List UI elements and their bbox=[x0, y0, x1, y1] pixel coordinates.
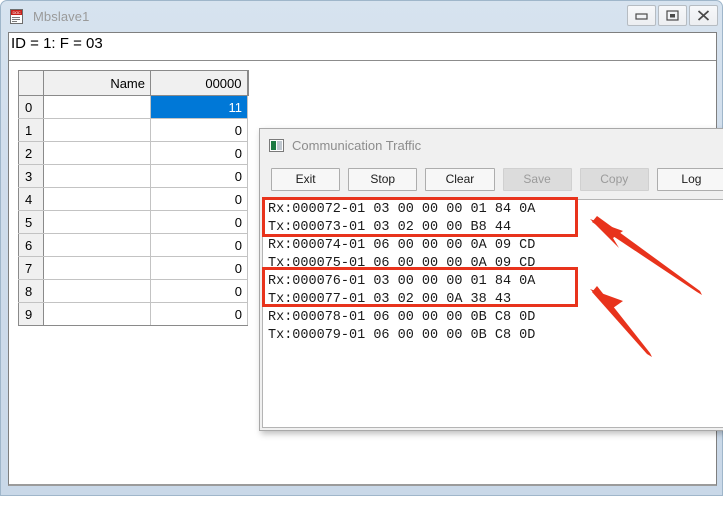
communication-log-panel[interactable]: Rx:000072-01 03 00 00 00 01 84 0A Tx:0000… bbox=[262, 199, 723, 428]
stop-button[interactable]: Stop bbox=[348, 167, 418, 191]
log-line: Tx:000077-01 03 02 00 0A 38 43 bbox=[268, 292, 512, 307]
log-line: Tx:000079-01 06 00 00 00 0B C8 0D bbox=[268, 328, 536, 343]
register-name-cell[interactable] bbox=[43, 279, 151, 303]
maximize-button[interactable] bbox=[658, 5, 687, 26]
header-row: Name 00000 bbox=[18, 70, 249, 96]
register-name-cell[interactable] bbox=[43, 210, 151, 234]
comm-window-title: Communication Traffic bbox=[292, 137, 422, 153]
grid-header-address[interactable]: 00000 bbox=[150, 70, 249, 96]
register-value-cell[interactable]: 0 bbox=[150, 141, 248, 165]
register-value-cell[interactable]: 0 bbox=[150, 210, 248, 234]
table-row[interactable]: 60 bbox=[18, 233, 248, 257]
register-value-cell[interactable]: 0 bbox=[150, 118, 248, 142]
register-value-cell[interactable]: 0 bbox=[150, 164, 248, 188]
document-icon: DOC bbox=[9, 8, 26, 25]
table-row[interactable]: 20 bbox=[18, 141, 248, 165]
register-value-cell[interactable]: 0 bbox=[150, 302, 248, 326]
register-name-cell[interactable] bbox=[43, 118, 151, 142]
copy-button: Copy bbox=[579, 167, 649, 191]
document-icon-label: DOC bbox=[11, 10, 22, 15]
register-grid[interactable]: Name 00000 0 11 1 0 2 0 3 0 4 0 5 0 6 0 7 0 8 0 9 0 bbox=[18, 70, 249, 326]
grid-corner-header bbox=[18, 70, 44, 96]
log-line: Tx:000075-01 06 00 00 00 0A 09 CD bbox=[268, 256, 536, 271]
communication-traffic-window: Communication Traffic Exit Stop Clear Save C… bbox=[259, 128, 723, 431]
exit-button[interactable]: Exit bbox=[271, 167, 341, 191]
table-row[interactable]: 50 bbox=[18, 210, 248, 234]
application-icon bbox=[269, 138, 284, 152]
row-index-cell[interactable]: 8 bbox=[18, 279, 44, 303]
register-value-cell[interactable]: 0 bbox=[150, 256, 248, 280]
maximize-icon bbox=[666, 10, 679, 21]
table-row[interactable]: 40 bbox=[18, 187, 248, 211]
table-row[interactable]: 90 bbox=[18, 302, 248, 326]
register-name-cell[interactable] bbox=[43, 302, 151, 326]
row-index-cell[interactable]: 0 bbox=[18, 95, 44, 119]
row-index-cell[interactable]: 7 bbox=[18, 256, 44, 280]
log-button[interactable]: Log bbox=[656, 167, 723, 191]
log-line: Rx:000072-01 03 00 00 00 01 84 0A bbox=[268, 202, 536, 217]
register-value-cell[interactable]: 0 bbox=[150, 187, 248, 211]
mbslave-window-title: Mbslave1 bbox=[33, 9, 90, 24]
row-index-cell[interactable]: 9 bbox=[18, 302, 44, 326]
row-index-cell[interactable]: 3 bbox=[18, 164, 44, 188]
register-name-cell[interactable] bbox=[43, 187, 151, 211]
minimize-icon bbox=[635, 12, 648, 20]
row-index-cell[interactable]: 6 bbox=[18, 233, 44, 257]
client-divider bbox=[9, 60, 716, 61]
table-row[interactable]: 80 bbox=[18, 279, 248, 303]
register-value-cell[interactable]: 0 bbox=[150, 279, 248, 303]
mbslave-titlebar[interactable]: DOC Mbslave1 bbox=[1, 1, 722, 32]
row-index-cell[interactable]: 4 bbox=[18, 187, 44, 211]
comm-toolbar: Exit Stop Clear Save Copy Log bbox=[260, 161, 723, 197]
table-row[interactable]: 70 bbox=[18, 256, 248, 280]
close-icon bbox=[697, 10, 710, 21]
register-value-cell-selected[interactable]: 11 bbox=[150, 95, 248, 119]
register-name-cell[interactable] bbox=[43, 141, 151, 165]
table-row[interactable]: 10 bbox=[18, 118, 248, 142]
table-row[interactable]: 0 11 bbox=[18, 95, 248, 119]
row-index-cell[interactable]: 1 bbox=[18, 118, 44, 142]
register-value-cell[interactable]: 0 bbox=[150, 233, 248, 257]
grid-header-name[interactable]: Name bbox=[43, 70, 151, 96]
log-line: Tx:000073-01 03 02 00 00 B8 44 bbox=[268, 220, 512, 235]
register-name-cell[interactable] bbox=[43, 256, 151, 280]
table-row[interactable]: 30 bbox=[18, 164, 248, 188]
register-name-cell[interactable] bbox=[43, 95, 151, 119]
save-button: Save bbox=[502, 167, 572, 191]
register-name-cell[interactable] bbox=[43, 164, 151, 188]
log-line: Rx:000078-01 06 00 00 00 0B C8 0D bbox=[268, 310, 536, 325]
log-line: Rx:000076-01 03 00 00 00 01 84 0A bbox=[268, 274, 536, 289]
register-grid-body: 0 11 1 0 2 0 3 0 4 0 5 0 6 0 7 0 8 0 9 0 bbox=[18, 95, 248, 326]
log-line: Rx:000074-01 06 00 00 00 0A 09 CD bbox=[268, 238, 536, 253]
row-index-cell[interactable]: 2 bbox=[18, 141, 44, 165]
minimize-button[interactable] bbox=[627, 5, 656, 26]
comm-titlebar[interactable]: Communication Traffic bbox=[260, 129, 723, 161]
slave-id-function-label: ID = 1: F = 03 bbox=[11, 35, 103, 52]
window-controls bbox=[627, 5, 718, 26]
register-grid-header: Name 00000 bbox=[18, 70, 249, 96]
row-index-cell[interactable]: 5 bbox=[18, 210, 44, 234]
clear-button[interactable]: Clear bbox=[425, 167, 495, 191]
register-name-cell[interactable] bbox=[43, 233, 151, 257]
close-button[interactable] bbox=[689, 5, 718, 26]
